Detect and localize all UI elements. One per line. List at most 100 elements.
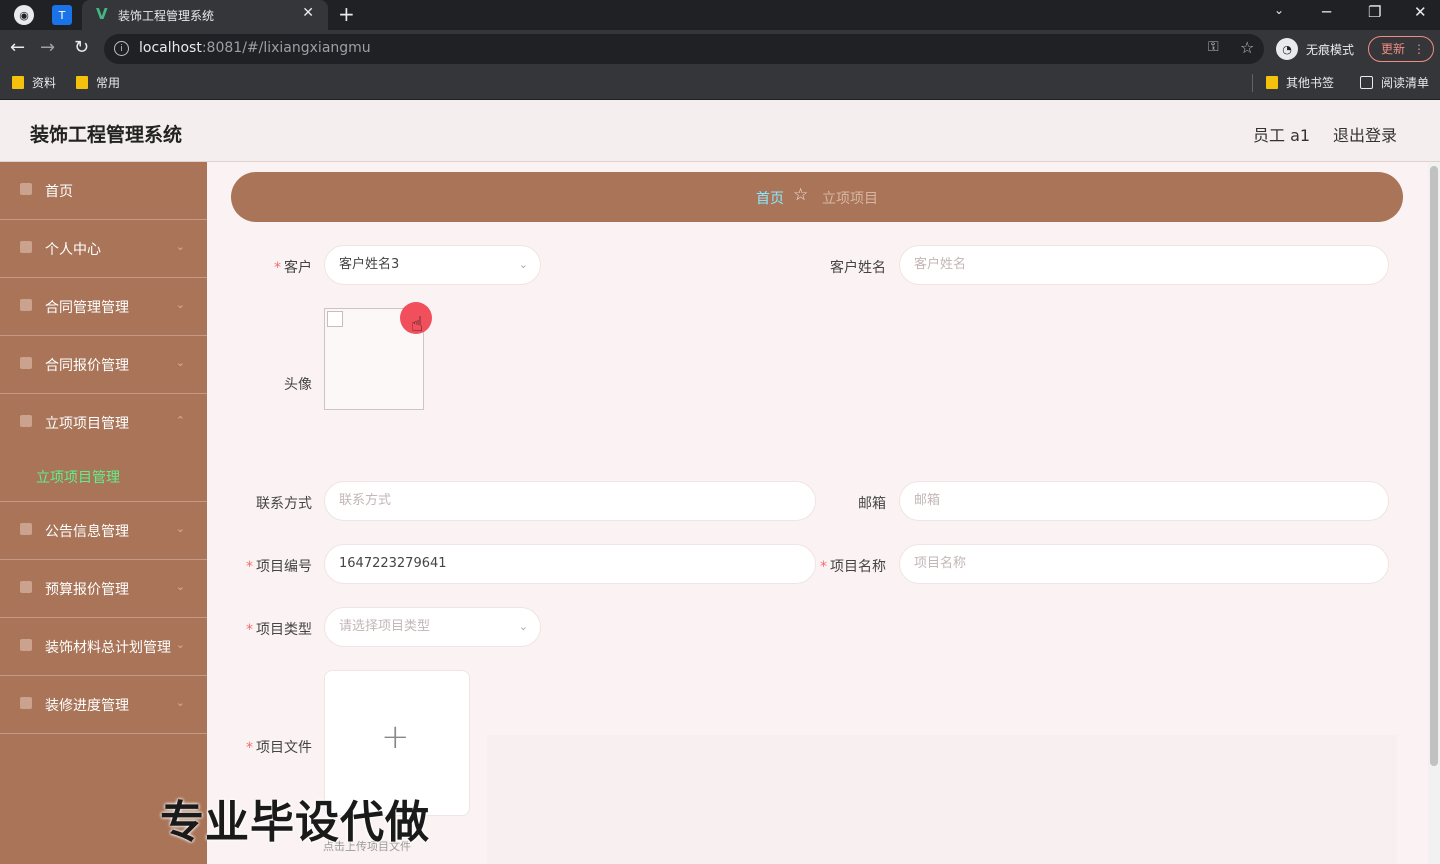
- url-path: :8081/#/lixiangxiangmu: [201, 40, 371, 56]
- contact-placeholder: 联系方式: [339, 493, 392, 508]
- browser-tab-bar: ◉ T V 装饰工程管理系统 ✕ + ⌄ ─ ❐ ✕: [0, 0, 1440, 30]
- folder-icon: [76, 76, 88, 89]
- incognito-label: 无痕模式: [1306, 43, 1355, 57]
- minimize-icon[interactable]: ─: [1322, 3, 1331, 21]
- clock-icon: [20, 357, 32, 369]
- key-icon[interactable]: ⚿: [1208, 39, 1219, 55]
- sidebar-item-label: 公告信息管理: [45, 524, 129, 540]
- reading-list[interactable]: 阅读清单: [1360, 74, 1429, 91]
- sidebar-item-contract[interactable]: 合同管理管理 ⌄: [0, 278, 207, 336]
- main-content: 首页 ☆ 立项项目 * 客户 客户姓名3 ⌄ 客户姓名 客户姓名 头像 ☝ 联系方式…: [207, 162, 1440, 864]
- user-icon: [20, 241, 32, 253]
- project-type-placeholder: 请选择项目类型: [339, 619, 431, 634]
- chevron-down-icon: ⌄: [175, 356, 185, 369]
- watermark-text: 专业毕设代做: [160, 797, 430, 848]
- reload-icon[interactable]: ↻: [74, 38, 89, 58]
- sidebar-item-contract-quote[interactable]: 合同报价管理 ⌄: [0, 336, 207, 394]
- update-label: 更新: [1381, 42, 1406, 56]
- star-icon: ☆: [793, 185, 809, 205]
- pinned-tab-icon[interactable]: T: [52, 5, 72, 25]
- sidebar-item-profile[interactable]: 个人中心 ⌄: [0, 220, 207, 278]
- restore-icon[interactable]: ❐: [1368, 3, 1381, 21]
- sidebar-item-label: 预算报价管理: [45, 582, 129, 598]
- new-tab-icon[interactable]: +: [338, 2, 355, 26]
- active-tab[interactable]: V 装饰工程管理系统 ✕: [82, 0, 328, 30]
- tab-search-icon[interactable]: ⌄: [1274, 3, 1284, 17]
- customer-label: * 客户: [274, 260, 312, 276]
- breadcrumb-current: 立项项目: [822, 191, 878, 207]
- chevron-down-icon: ⌄: [175, 298, 185, 311]
- bookmark-star-icon[interactable]: ☆: [1240, 38, 1254, 57]
- sidebar-subitem-label: 立项项目管理: [36, 470, 120, 486]
- scrollbar[interactable]: [1428, 162, 1440, 864]
- current-user: 员工 a1: [1253, 126, 1311, 145]
- app-header: 装饰工程管理系统 员工 a1 退出登录: [0, 100, 1440, 162]
- sidebar-item-label: 立项项目管理: [45, 416, 129, 432]
- reading-list-label: 阅读清单: [1381, 76, 1430, 90]
- bookmark-label: 资料: [32, 76, 57, 90]
- sidebar-item-home[interactable]: 首页: [0, 162, 207, 220]
- sidebar-item-label: 装修进度管理: [45, 698, 129, 714]
- back-icon[interactable]: ←: [10, 38, 25, 58]
- bookmarks-bar: 资料 常用 其他书签 阅读清单: [0, 68, 1440, 100]
- breadcrumb-home[interactable]: 首页: [756, 188, 784, 208]
- project-name-label: * 项目名称: [820, 559, 886, 575]
- menu-dots-icon: ⋮: [1413, 42, 1425, 56]
- chevron-down-icon: ⌄: [175, 696, 185, 709]
- sidebar-subitem-project[interactable]: 立项项目管理: [0, 452, 207, 502]
- sidebar-item-label: 合同管理管理: [45, 300, 129, 316]
- sidebar-item-label: 合同报价管理: [45, 358, 129, 374]
- window-close-icon[interactable]: ✕: [1414, 3, 1427, 21]
- chevron-down-icon: ⌄: [175, 580, 185, 593]
- chevron-down-icon: ⌄: [518, 620, 528, 633]
- sidebar-item-notice[interactable]: 公告信息管理 ⌄: [0, 502, 207, 560]
- logout-link[interactable]: 退出登录: [1333, 122, 1397, 146]
- incognito-icon[interactable]: ◔: [1276, 38, 1298, 60]
- other-bookmarks[interactable]: 其他书签: [1266, 74, 1334, 91]
- forward-icon[interactable]: →: [40, 38, 55, 58]
- project-type-label: * 项目类型: [246, 622, 312, 638]
- url-input[interactable]: i localhost:8081/#/lixiangxiangmu ⚿ ☆: [104, 34, 1264, 64]
- bookmark-folder[interactable]: 资料: [12, 74, 56, 91]
- address-bar: ← → ↻ i localhost:8081/#/lixiangxiangmu …: [0, 30, 1440, 68]
- customer-name-field[interactable]: 客户姓名: [899, 245, 1389, 285]
- chevron-down-icon: ⌄: [175, 522, 185, 535]
- bookmark-separator: [1252, 74, 1253, 92]
- list-icon: [20, 581, 32, 593]
- contact-field[interactable]: 联系方式: [324, 481, 816, 521]
- sidebar-item-project[interactable]: 立项项目管理 ⌃: [0, 394, 207, 452]
- project-no-field[interactable]: 1647223279641: [324, 544, 816, 584]
- customer-select[interactable]: 客户姓名3 ⌄: [324, 245, 541, 285]
- email-field[interactable]: 邮箱: [899, 481, 1389, 521]
- project-no-label: * 项目编号: [246, 559, 312, 575]
- project-file-label: * 项目文件: [246, 740, 312, 756]
- reading-list-icon: [1360, 76, 1373, 89]
- update-button[interactable]: 更新 ⋮: [1368, 36, 1434, 62]
- project-name-field[interactable]: 项目名称: [899, 544, 1389, 584]
- avatar-label: 头像: [284, 377, 312, 393]
- broken-image-icon: [327, 311, 343, 327]
- bookmark-folder[interactable]: 常用: [76, 74, 120, 91]
- progress-icon: [20, 697, 32, 709]
- sidebar-item-label: 个人中心: [45, 242, 101, 258]
- email-label: 邮箱: [858, 496, 886, 512]
- sidebar-item-material[interactable]: 装饰材料总计划管理 ⌄: [0, 618, 207, 676]
- vue-logo-icon: V: [96, 5, 108, 23]
- sidebar-item-budget[interactable]: 预算报价管理 ⌄: [0, 560, 207, 618]
- sidebar: 首页 个人中心 ⌄ 合同管理管理 ⌄ 合同报价管理 ⌄ 立项项目管理 ⌃ 立项项目管理 …: [0, 162, 207, 864]
- sidebar-item-label: 装饰材料总计划管理: [45, 640, 171, 656]
- sidebar-item-progress[interactable]: 装修进度管理 ⌄: [0, 676, 207, 734]
- url-host: localhost: [139, 40, 202, 56]
- tab-close-icon[interactable]: ✕: [302, 5, 314, 21]
- folder-icon: [20, 415, 32, 427]
- project-type-select[interactable]: 请选择项目类型 ⌄: [324, 607, 541, 647]
- chevron-down-icon: ⌄: [175, 638, 185, 651]
- browser-globe-icon[interactable]: ◉: [14, 5, 34, 25]
- site-info-icon[interactable]: i: [114, 41, 129, 56]
- form-panel-bg: [487, 735, 1397, 864]
- chevron-up-icon: ⌃: [175, 414, 185, 427]
- customer-name-label: 客户姓名: [830, 260, 886, 276]
- chart-icon: [20, 639, 32, 651]
- app-title: 装饰工程管理系统: [30, 124, 183, 146]
- scrollbar-thumb[interactable]: [1430, 166, 1438, 766]
